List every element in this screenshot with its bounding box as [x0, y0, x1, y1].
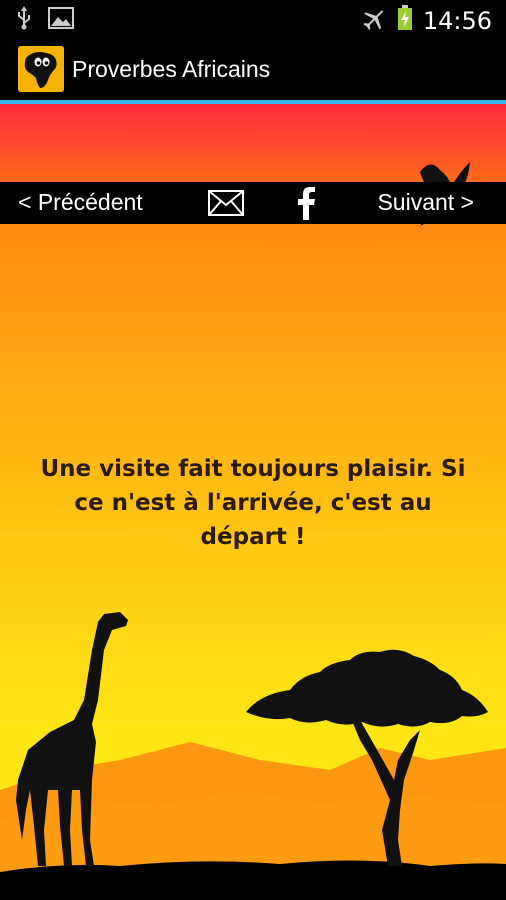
- next-button[interactable]: Suivant >: [377, 189, 474, 216]
- facebook-icon[interactable]: [295, 186, 317, 220]
- battery-charging-icon: [397, 5, 413, 36]
- proverb-text: Une visite fait toujours plaisir. Si ce …: [40, 456, 466, 550]
- action-bar: Proverbes Africains: [0, 38, 506, 100]
- mail-icon[interactable]: [208, 190, 244, 216]
- status-time: 14:56: [422, 6, 492, 35]
- airplane-icon: [361, 5, 387, 36]
- usb-icon: [16, 6, 32, 35]
- proverb-navigation-bar: < Précédent Suivant >: [0, 182, 506, 224]
- app-title: Proverbes Africains: [72, 55, 271, 82]
- africa-map-logo[interactable]: [18, 46, 64, 92]
- status-bar: 14:56: [0, 0, 506, 38]
- image-icon: [48, 7, 74, 34]
- previous-button[interactable]: < Précédent: [18, 189, 143, 216]
